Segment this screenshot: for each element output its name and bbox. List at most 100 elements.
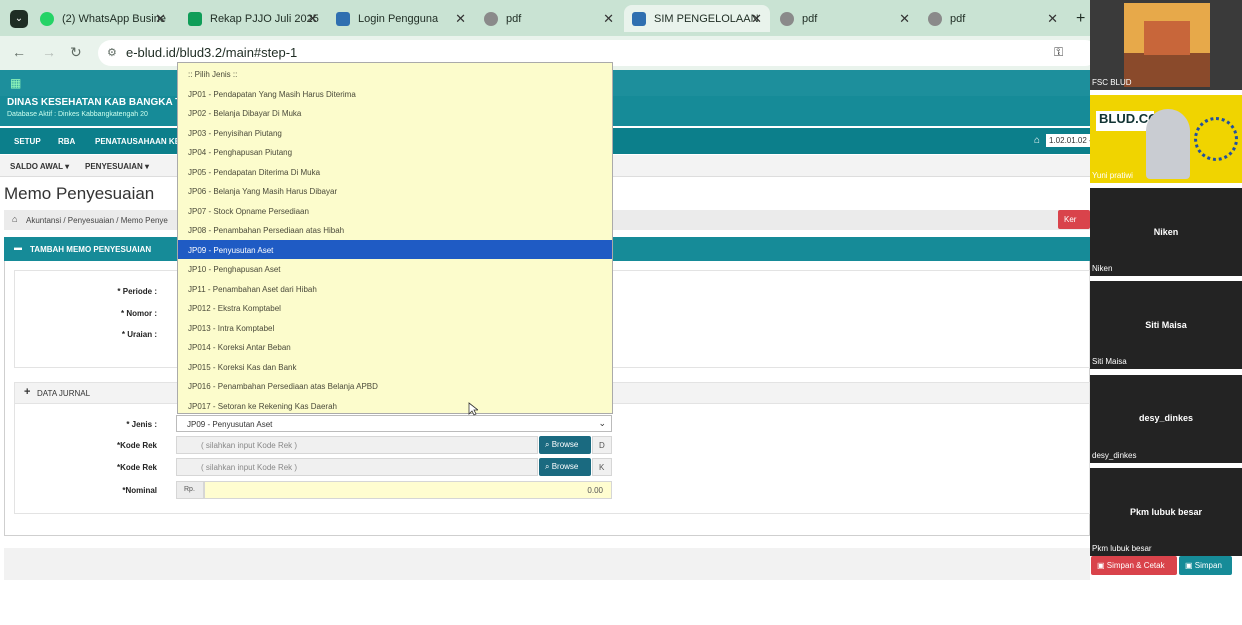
dropdown-option[interactable]: JP014 - Koreksi Antar Beban <box>178 337 612 357</box>
close-icon[interactable]: ✕ <box>751 11 762 27</box>
dropdown-option[interactable]: JP01 - Pendapatan Yang Masih Harus Diter… <box>178 84 612 104</box>
home-icon[interactable]: ⌂ <box>1034 135 1040 146</box>
menu-rba[interactable]: RBA <box>58 137 75 146</box>
back-button-label: Ker <box>1064 215 1077 224</box>
menu-penatausahaan[interactable]: PENATAUSAHAAN KEU <box>95 137 186 146</box>
dropdown-option[interactable]: JP03 - Penyisihan Piutang <box>178 123 612 143</box>
tab-label: pdf <box>506 12 522 25</box>
dropdown-option[interactable]: JP11 - Penambahan Aset dari Hibah <box>178 279 612 299</box>
participant-name: Niken <box>1092 264 1113 273</box>
sheets-icon <box>188 11 202 26</box>
dropdown-option[interactable]: JP10 - Penghapusan Aset <box>178 259 612 279</box>
plus-icon[interactable]: + <box>24 386 30 398</box>
account-selector[interactable]: 1.02.01.02 - <box>1046 134 1095 147</box>
dropdown-option[interactable]: JP016 - Penambahan Persediaan atas Belan… <box>178 376 612 396</box>
tab-pdf-3[interactable]: pdf ✕ <box>920 5 1066 32</box>
close-icon[interactable]: ✕ <box>155 11 166 27</box>
building-base <box>1124 53 1210 87</box>
dropdown-option[interactable]: JP013 - Intra Komptabel <box>178 318 612 338</box>
home-icon[interactable]: ⌂ <box>12 214 17 224</box>
tab-rekap[interactable]: Rekap PJJO Juli 2025 ✕ <box>180 5 326 32</box>
close-icon[interactable]: ✕ <box>1047 11 1058 27</box>
dropdown-option[interactable]: JP017 - Setoran ke Rekening Kas Daerah <box>178 396 612 416</box>
submenu-saldo-awal[interactable]: SALDO AWAL ▾ <box>10 162 69 171</box>
whatsapp-icon <box>40 11 54 26</box>
tab-label: (2) WhatsApp Busine <box>62 12 166 25</box>
tab-label: pdf <box>950 12 966 25</box>
dropdown-option[interactable]: JP06 - Belanja Yang Masih Harus Dibayar <box>178 181 612 201</box>
save-button[interactable]: ▣ Simpan <box>1179 556 1232 575</box>
org-title: DINAS KESEHATAN KAB BANGKA TENG <box>7 97 203 108</box>
participant-name: Pkm lubuk besar <box>1092 544 1152 553</box>
logo-ring <box>1194 117 1238 161</box>
close-icon[interactable]: ✕ <box>307 11 318 27</box>
participant-tile-fsc-blud[interactable] <box>1090 0 1242 90</box>
close-icon[interactable]: ✕ <box>899 11 910 27</box>
submenu-penyesuaian[interactable]: PENYESUAIAN ▾ <box>85 162 149 171</box>
key-icon[interactable]: ⚿ <box>1054 45 1063 60</box>
chevron-down-icon: ⌄ <box>598 418 606 428</box>
dropdown-option[interactable]: JP015 - Koreksi Kas dan Bank <box>178 357 612 377</box>
save-print-button[interactable]: ▣ Simpan & Cetak <box>1091 556 1177 575</box>
globe-icon <box>484 11 498 26</box>
breadcrumb-text: Akuntansi / Penyesuaian / Memo Penye <box>26 216 168 225</box>
save-label: Simpan <box>1194 561 1222 570</box>
save-icon: ▣ <box>1097 561 1107 570</box>
browse-kredit-button[interactable]: ⌕ Browse <box>539 458 591 476</box>
participant-tile-yuni[interactable]: BLUD.CO <box>1090 95 1242 183</box>
site-icon <box>336 11 350 26</box>
kode-rek-kredit-input[interactable]: ( silahkan input Kode Rek ) <box>176 458 538 476</box>
participant-name: FSC BLUD <box>1092 78 1132 87</box>
dropdown-option[interactable]: JP08 - Penambahan Persediaan atas Hibah <box>178 220 612 240</box>
dropdown-option[interactable]: JP02 - Belanja Dibayar Di Muka <box>178 103 612 123</box>
label-nominal: *Nominal <box>122 486 157 495</box>
nominal-input[interactable]: 0.00 <box>204 481 612 499</box>
jenis-select[interactable]: JP09 - Penyusutan Aset ⌄ <box>176 415 612 432</box>
search-icon: ⌕ <box>545 440 552 449</box>
new-tab-button[interactable]: + <box>1068 5 1088 32</box>
panel-title: TAMBAH MEMO PENYESUAIAN <box>30 245 152 254</box>
site-info-icon[interactable]: ⚙ <box>107 40 117 66</box>
jenis-selected-value: JP09 - Penyusutan Aset <box>187 420 273 429</box>
back-button[interactable]: Ker <box>1058 210 1090 229</box>
tab-login[interactable]: Login Pengguna ✕ <box>328 5 474 32</box>
browser-tab-bar: ⌄ (2) WhatsApp Busine ✕ Rekap PJJO Juli … <box>0 0 1090 36</box>
tab-pdf-1[interactable]: pdf ✕ <box>476 5 622 32</box>
kode-rek-placeholder: ( silahkan input Kode Rek ) <box>201 463 298 472</box>
url-text: e-blud.id/blud3.2/main#step-1 <box>126 45 298 60</box>
kode-rek-debit-input[interactable]: ( silahkan input Kode Rek ) <box>176 436 538 454</box>
dropdown-option[interactable]: JP05 - Pendapatan Diterima Di Muka <box>178 162 612 182</box>
dropdown-placeholder-option[interactable]: :: Pilih Jenis :: <box>178 64 612 84</box>
participant-video <box>1146 109 1190 179</box>
forward-icon[interactable]: → <box>42 44 56 60</box>
tab-whatsapp[interactable]: (2) WhatsApp Busine ✕ <box>32 5 174 32</box>
reload-icon[interactable]: ↻ <box>70 44 82 61</box>
back-icon[interactable]: ← <box>12 44 26 60</box>
data-jurnal-title: DATA JURNAL <box>37 389 91 398</box>
participant-name: desy_dinkes <box>1092 451 1137 460</box>
dropdown-option[interactable]: JP012 - Ekstra Komptabel <box>178 298 612 318</box>
dropdown-option[interactable]: JP09 - Penyusutan Aset <box>178 239 612 259</box>
label-periode: * Periode : <box>117 287 157 296</box>
participant-center-name: Siti Maisa <box>1145 320 1187 330</box>
menu-setup[interactable]: SETUP <box>14 137 41 146</box>
close-icon[interactable]: ✕ <box>603 11 614 27</box>
tab-pdf-2[interactable]: pdf ✕ <box>772 5 918 32</box>
tab-search-button[interactable]: ⌄ <box>2 5 32 32</box>
globe-icon <box>928 11 942 26</box>
dropdown-option[interactable]: JP07 - Stock Opname Persediaan <box>178 201 612 221</box>
browse-debit-button[interactable]: ⌕ Browse <box>539 436 591 454</box>
dropdown-option[interactable]: JP04 - Penghapusan Piutang <box>178 142 612 162</box>
globe-icon <box>780 11 794 26</box>
form-footer <box>4 548 1090 580</box>
close-icon[interactable]: ✕ <box>455 11 466 27</box>
tab-label: Rekap PJJO Juli 2025 <box>210 12 319 25</box>
tab-sim-pengelolaan[interactable]: SIM PENGELOLAAN ✕ <box>624 5 770 32</box>
debit-indicator: D <box>592 436 612 454</box>
participant-center-name: desy_dinkes <box>1138 413 1194 423</box>
label-uraian: * Uraian : <box>121 330 157 339</box>
kredit-label: K <box>599 463 605 472</box>
label-jenis: * Jenis : <box>126 420 157 429</box>
building-body <box>1144 21 1190 55</box>
apps-grid-icon[interactable]: ▦ <box>10 76 21 90</box>
